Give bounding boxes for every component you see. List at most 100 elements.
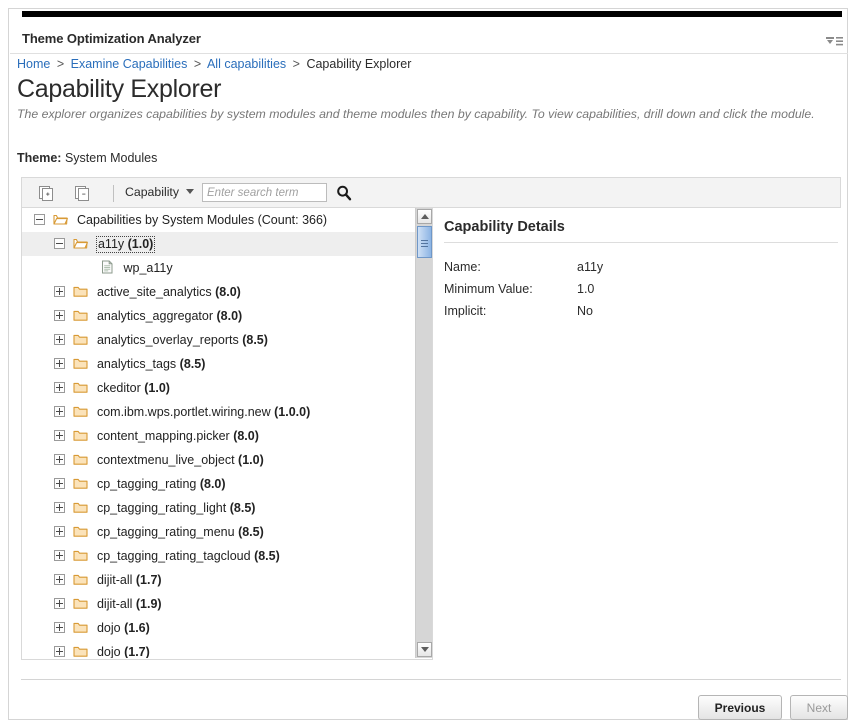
tree-row-a11y[interactable]: a11y (1.0) bbox=[22, 232, 415, 256]
tree-node-label: analytics_tags bbox=[96, 357, 177, 371]
next-button[interactable]: Next bbox=[790, 695, 848, 720]
breadcrumb-item-all-capabilities[interactable]: All capabilities bbox=[207, 57, 286, 71]
folder-open-icon bbox=[73, 234, 89, 249]
tree-row-content-mapping-picker[interactable]: content_mapping.picker (8.0) bbox=[22, 424, 415, 448]
folder-icon bbox=[73, 498, 89, 513]
folder-icon bbox=[73, 474, 89, 489]
details-value: a11y bbox=[577, 260, 604, 274]
tree-row-cp-tagging-rating-tagcloud[interactable]: cp_tagging_rating_tagcloud (8.5) bbox=[22, 544, 415, 568]
expand-toggle-icon[interactable] bbox=[54, 526, 65, 537]
folder-icon bbox=[73, 378, 89, 393]
title-accent-bar bbox=[22, 11, 842, 17]
tree-node-label: com.ibm.wps.portlet.wiring.new bbox=[96, 405, 271, 419]
folder-icon bbox=[73, 306, 89, 321]
tree-row-contextmenu-live-object[interactable]: contextmenu_live_object (1.0) bbox=[22, 448, 415, 472]
expand-toggle-icon[interactable] bbox=[54, 454, 65, 465]
tree-viewport: Capabilities by System Modules (Count: 3… bbox=[22, 208, 415, 658]
tree-row-analytics-tags[interactable]: analytics_tags (8.5) bbox=[22, 352, 415, 376]
footer-divider bbox=[21, 679, 841, 680]
tree-row-active-site-analytics[interactable]: active_site_analytics (8.0) bbox=[22, 280, 415, 304]
folder-icon bbox=[73, 282, 89, 297]
tree-row-dojo-16[interactable]: dojo (1.6) bbox=[22, 616, 415, 640]
expand-toggle-icon[interactable] bbox=[54, 478, 65, 489]
tree-node-version: (1.9) bbox=[135, 597, 162, 611]
details-grid: Name: a11y Minimum Value: 1.0 Implicit: No bbox=[444, 256, 838, 322]
options-menu-icon[interactable] bbox=[819, 33, 845, 49]
theme-label: Theme: bbox=[17, 151, 62, 165]
details-row-implicit: Implicit: No bbox=[444, 300, 838, 322]
tree-row-ckeditor[interactable]: ckeditor (1.0) bbox=[22, 376, 415, 400]
tree-row-analytics-overlay-reports[interactable]: analytics_overlay_reports (8.5) bbox=[22, 328, 415, 352]
tree-scrollbar[interactable] bbox=[415, 208, 432, 658]
tree-row-wp-a11y[interactable]: wp_a11y bbox=[22, 256, 415, 280]
tree-node-version: (8.0) bbox=[199, 477, 226, 491]
tree-node-label: Capabilities by System Modules (Count: 3… bbox=[76, 213, 328, 227]
scroll-down-icon[interactable] bbox=[417, 642, 432, 657]
page-description: The explorer organizes capabilities by s… bbox=[17, 107, 815, 121]
tree-node-focus-outline: a11y (1.0) bbox=[95, 236, 156, 253]
previous-button[interactable]: Previous bbox=[698, 695, 782, 720]
expand-toggle-icon[interactable] bbox=[54, 430, 65, 441]
expand-toggle-icon[interactable] bbox=[54, 310, 65, 321]
tree-row-com-ibm-wps-portlet-wiring-new[interactable]: com.ibm.wps.portlet.wiring.new (1.0.0) bbox=[22, 400, 415, 424]
breadcrumb-separator: > bbox=[56, 57, 65, 71]
expand-all-icon[interactable] bbox=[36, 183, 56, 203]
collapse-toggle-icon[interactable] bbox=[54, 238, 65, 249]
details-row-minimum-value: Minimum Value: 1.0 bbox=[444, 278, 838, 300]
filter-type-label: Capability bbox=[125, 185, 179, 199]
header-divider bbox=[10, 53, 848, 54]
tree-node-label: cp_tagging_rating_light bbox=[96, 501, 227, 515]
expand-toggle-icon[interactable] bbox=[54, 622, 65, 633]
tree-node-label: dojo bbox=[96, 621, 121, 635]
folder-icon bbox=[73, 594, 89, 609]
expand-toggle-icon[interactable] bbox=[54, 598, 65, 609]
expand-toggle-icon[interactable] bbox=[54, 502, 65, 513]
tree-node-label: wp_a11y bbox=[123, 261, 173, 275]
tree-node-version: (8.5) bbox=[229, 501, 256, 515]
filter-type-dropdown[interactable]: Capability bbox=[125, 185, 194, 202]
tree-row-root[interactable]: Capabilities by System Modules (Count: 3… bbox=[22, 208, 415, 232]
folder-icon bbox=[73, 642, 89, 657]
expand-toggle-icon[interactable] bbox=[54, 286, 65, 297]
app-title: Theme Optimization Analyzer bbox=[22, 31, 201, 46]
tree-node-version: (8.5) bbox=[238, 525, 264, 539]
tree-row-dijit-all-19[interactable]: dijit-all (1.9) bbox=[22, 592, 415, 616]
tree-row-cp-tagging-rating-light[interactable]: cp_tagging_rating_light (8.5) bbox=[22, 496, 415, 520]
tree-row-dijit-all-17[interactable]: dijit-all (1.7) bbox=[22, 568, 415, 592]
document-icon bbox=[100, 258, 115, 274]
tree-row-cp-tagging-rating-menu[interactable]: cp_tagging_rating_menu (8.5) bbox=[22, 520, 415, 544]
expand-toggle-icon[interactable] bbox=[54, 574, 65, 585]
details-divider bbox=[444, 242, 838, 243]
tree-node-version: (1.0) bbox=[238, 453, 264, 467]
expand-toggle-icon[interactable] bbox=[54, 406, 65, 417]
breadcrumb-item-current: Capability Explorer bbox=[306, 57, 412, 71]
expand-toggle-icon[interactable] bbox=[54, 334, 65, 345]
folder-icon bbox=[73, 522, 89, 537]
tree-node-version: (1.0) bbox=[144, 381, 170, 395]
expand-toggle-icon[interactable] bbox=[54, 382, 65, 393]
details-key: Minimum Value: bbox=[444, 282, 533, 296]
details-key: Name: bbox=[444, 260, 481, 274]
collapse-toggle-icon[interactable] bbox=[34, 214, 45, 225]
breadcrumb-item-home[interactable]: Home bbox=[17, 57, 50, 71]
scroll-up-icon[interactable] bbox=[417, 209, 432, 224]
tree-node-label: cp_tagging_rating_menu bbox=[96, 525, 235, 539]
tree-row-analytics-aggregator[interactable]: analytics_aggregator (8.0) bbox=[22, 304, 415, 328]
scrollbar-thumb[interactable] bbox=[417, 226, 432, 258]
tree-node-version: (8.5) bbox=[242, 333, 268, 347]
tree-node-version: (8.0) bbox=[215, 285, 241, 299]
expand-toggle-icon[interactable] bbox=[54, 358, 65, 369]
collapse-all-icon[interactable] bbox=[72, 183, 92, 203]
tree-row-cp-tagging-rating[interactable]: cp_tagging_rating (8.0) bbox=[22, 472, 415, 496]
expand-toggle-icon[interactable] bbox=[54, 646, 65, 657]
tree-toolbar: Capability bbox=[21, 177, 841, 208]
search-icon[interactable] bbox=[335, 184, 353, 202]
expand-toggle-icon[interactable] bbox=[54, 550, 65, 561]
window-frame: Theme Optimization Analyzer Home > Exami… bbox=[8, 8, 848, 720]
tree-node-version: (1.6) bbox=[124, 621, 150, 635]
folder-open-icon bbox=[53, 210, 69, 225]
breadcrumb-item-examine-capabilities[interactable]: Examine Capabilities bbox=[71, 57, 188, 71]
tree-row-dojo-17[interactable]: dojo (1.7) bbox=[22, 640, 415, 658]
search-input[interactable] bbox=[202, 183, 327, 202]
breadcrumb-separator: > bbox=[292, 57, 300, 71]
